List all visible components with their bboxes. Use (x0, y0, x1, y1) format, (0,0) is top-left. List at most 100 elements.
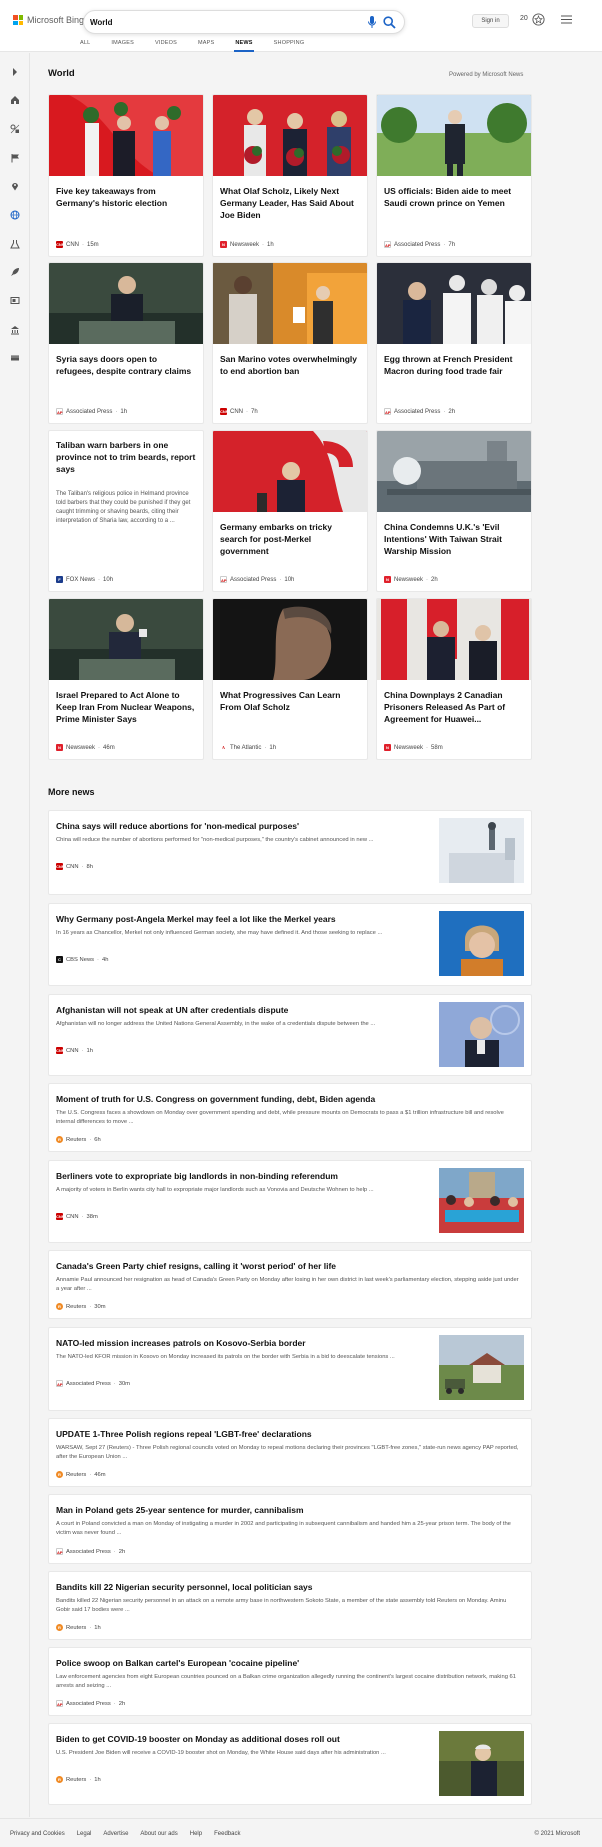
building-icon[interactable] (10, 325, 20, 335)
news-list-item[interactable]: Why Germany post-Angela Merkel may feel … (48, 903, 532, 986)
news-card[interactable]: Egg thrown at French President Macron du… (376, 262, 532, 424)
news-list-item[interactable]: Biden to get COVID-19 booster on Monday … (48, 1723, 532, 1805)
news-headline[interactable]: Biden to get COVID-19 booster on Monday … (56, 1734, 431, 1745)
card-headline[interactable]: China Downplays 2 Canadian Prisoners Rel… (384, 689, 524, 725)
card-headline[interactable]: Syria says doors open to refugees, despi… (56, 353, 196, 377)
news-card[interactable]: Syria says doors open to refugees, despi… (48, 262, 204, 424)
news-card[interactable]: Five key takeaways from Germany's histor… (48, 94, 204, 257)
tab-news[interactable]: NEWS (234, 40, 255, 52)
news-list-item[interactable]: NATO-led mission increases patrols on Ko… (48, 1327, 532, 1411)
home-icon[interactable] (10, 95, 20, 105)
news-card[interactable]: China Condemns U.K.'s 'Evil Intentions' … (376, 430, 532, 592)
news-headline[interactable]: Man in Poland gets 25-year sentence for … (56, 1505, 521, 1516)
microphone-icon[interactable] (367, 16, 377, 29)
source-name: CNN (66, 863, 79, 870)
footer-link-about-ads[interactable]: About our ads (140, 1831, 177, 1837)
news-description: A majority of voters in Berlin wants cit… (56, 1187, 374, 1193)
footer-link-privacy[interactable]: Privacy and Cookies (10, 1831, 65, 1837)
time-ago: 15m (87, 241, 99, 248)
news-list-item[interactable]: China says will reduce abortions for 'no… (48, 810, 532, 895)
footer-link-help[interactable]: Help (190, 1831, 202, 1837)
news-list-item[interactable]: Man in Poland gets 25-year sentence for … (48, 1494, 532, 1564)
news-headline[interactable]: Moment of truth for U.S. Congress on gov… (56, 1094, 521, 1105)
expand-arrow-icon[interactable] (10, 67, 20, 77)
source-name: CNN (66, 1213, 79, 1220)
fox-news-logo-icon: F (56, 576, 63, 583)
bing-logo[interactable]: Microsoft Bing (13, 15, 84, 25)
news-headline[interactable]: Canada's Green Party chief resigns, call… (56, 1261, 521, 1272)
time-ago: 6h (94, 1136, 101, 1143)
card-headline[interactable]: Germany embarks on tricky search for pos… (220, 521, 360, 557)
separator-dot: · (81, 863, 84, 870)
flag-icon[interactable] (10, 153, 20, 163)
ap-logo-icon: AP (56, 1548, 63, 1555)
separator-dot: · (82, 241, 84, 248)
science-icon[interactable] (10, 239, 20, 249)
card-thumbnail (213, 95, 367, 176)
news-list-item[interactable]: Police swoop on Balkan cartel's European… (48, 1647, 532, 1716)
news-card[interactable]: What Olaf Scholz, Likely Next Germany Le… (212, 94, 368, 257)
news-headline[interactable]: NATO-led mission increases patrols on Ko… (56, 1338, 431, 1349)
card-headline[interactable]: US officials: Biden aide to meet Saudi c… (384, 185, 524, 209)
card-headline[interactable]: Egg thrown at French President Macron du… (384, 353, 524, 377)
footer-link-feedback[interactable]: Feedback (214, 1831, 240, 1837)
rewards-points[interactable]: 20 (520, 15, 528, 22)
tab-videos[interactable]: VIDEOS (155, 40, 177, 51)
tab-maps[interactable]: MAPS (198, 40, 214, 51)
rocket-icon[interactable] (10, 267, 20, 277)
news-list-item[interactable]: Moment of truth for U.S. Congress on gov… (48, 1083, 532, 1152)
rewards-medal-icon[interactable] (532, 13, 545, 26)
footer-link-advertise[interactable]: Advertise (103, 1831, 128, 1837)
news-headline[interactable]: Police swoop on Balkan cartel's European… (56, 1658, 521, 1669)
card-headline[interactable]: China Condemns U.K.'s 'Evil Intentions' … (384, 521, 524, 557)
news-card[interactable]: Israel Prepared to Act Alone to Keep Ira… (48, 598, 204, 760)
news-card[interactable]: What Progressives Can Learn From Olaf Sc… (212, 598, 368, 760)
tab-all[interactable]: ALL (80, 40, 90, 51)
monitor-icon[interactable] (10, 296, 20, 306)
cbs-news-logo-icon: C (56, 956, 63, 963)
news-card[interactable]: China Downplays 2 Canadian Prisoners Rel… (376, 598, 532, 760)
separator-dot: · (113, 1548, 116, 1555)
globe-icon[interactable] (10, 210, 20, 220)
separator-dot: · (89, 1776, 92, 1783)
news-headline[interactable]: China says will reduce abortions for 'no… (56, 821, 431, 832)
news-source: R Reuters · 6h (56, 1136, 101, 1143)
news-card[interactable]: Taliban warn barbers in one province not… (48, 430, 204, 592)
news-headline[interactable]: Why Germany post-Angela Merkel may feel … (56, 914, 431, 925)
footer-link-legal[interactable]: Legal (77, 1831, 92, 1837)
news-description: Annamie Paul announced her resignation a… (56, 1277, 519, 1292)
card-headline[interactable]: Israel Prepared to Act Alone to Keep Ira… (56, 689, 196, 725)
location-pin-icon[interactable] (10, 181, 20, 191)
tab-images[interactable]: IMAGES (111, 40, 134, 51)
news-description: The NATO-led KFOR mission in Kosovo on M… (56, 1354, 395, 1360)
separator-dot: · (98, 744, 101, 751)
card-thumbnail (377, 263, 531, 344)
news-list-item[interactable]: Canada's Green Party chief resigns, call… (48, 1250, 532, 1319)
sign-in-button[interactable]: Sign in (472, 14, 509, 28)
news-card[interactable]: Germany embarks on tricky search for pos… (212, 430, 368, 592)
newsweek-logo-icon: N (384, 576, 391, 583)
news-headline[interactable]: Bandits kill 22 Nigerian security person… (56, 1582, 521, 1593)
cnn-logo-icon: CNN (220, 408, 229, 415)
card-headline[interactable]: San Marino votes overwhelmingly to end a… (220, 353, 360, 377)
news-list-item[interactable]: Afghanistan will not speak at UN after c… (48, 994, 532, 1076)
tab-shopping[interactable]: SHOPPING (274, 40, 305, 51)
hamburger-menu-icon[interactable] (561, 14, 572, 25)
news-headline[interactable]: Afghanistan will not speak at UN after c… (56, 1005, 431, 1016)
news-list-item[interactable]: Bandits kill 22 Nigerian security person… (48, 1571, 532, 1640)
news-list-item[interactable]: UPDATE 1-Three Polish regions repeal 'LG… (48, 1418, 532, 1487)
news-headline[interactable]: UPDATE 1-Three Polish regions repeal 'LG… (56, 1429, 521, 1440)
news-card[interactable]: San Marino votes overwhelmingly to end a… (212, 262, 368, 424)
news-headline[interactable]: Berliners vote to expropriate big landlo… (56, 1171, 431, 1182)
card-headline[interactable]: What Progressives Can Learn From Olaf Sc… (220, 689, 360, 713)
card-headline[interactable]: What Olaf Scholz, Likely Next Germany Le… (220, 185, 360, 221)
news-card[interactable]: US officials: Biden aide to meet Saudi c… (376, 94, 532, 257)
news-list-item[interactable]: Berliners vote to expropriate big landlo… (48, 1160, 532, 1243)
mixed-icon[interactable] (10, 124, 20, 134)
search-icon[interactable] (383, 16, 396, 29)
search-input[interactable] (90, 15, 360, 30)
film-icon[interactable] (10, 353, 20, 363)
card-headline[interactable]: Five key takeaways from Germany's histor… (56, 185, 196, 209)
card-thumbnail (213, 431, 367, 512)
card-headline[interactable]: Taliban warn barbers in one province not… (56, 439, 196, 475)
